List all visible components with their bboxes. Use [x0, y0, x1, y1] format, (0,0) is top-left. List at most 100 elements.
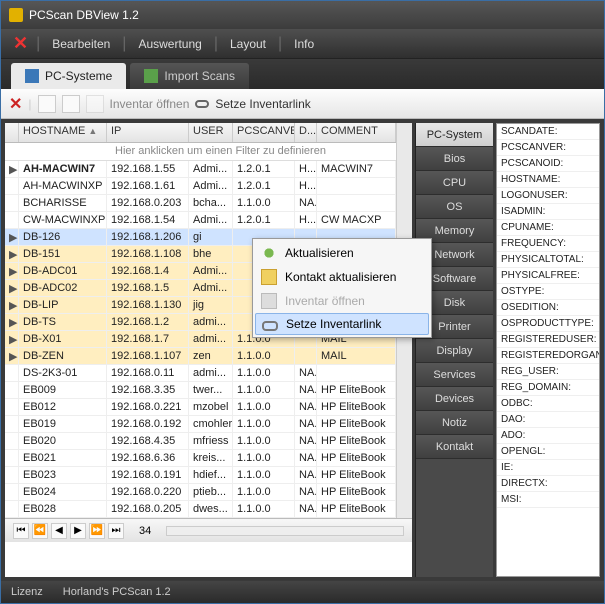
menu-auswertung[interactable]: Auswertung	[128, 33, 211, 55]
sidetab-notiz[interactable]: Notiz	[416, 411, 493, 435]
table-row[interactable]: AH-MACWINXP192.168.1.61Admi...1.2.0.1H..…	[5, 178, 396, 195]
table-row[interactable]: EB019192.168.0.192cmohler1.1.0.0NA...HP …	[5, 416, 396, 433]
tab-label: Import Scans	[164, 69, 235, 83]
toolbar-btn-1[interactable]	[38, 95, 56, 113]
nav-next[interactable]: ▶	[70, 523, 86, 539]
property-row: IE:	[497, 460, 599, 476]
contact-icon	[261, 269, 277, 285]
context-link[interactable]: Setze Inventarlink	[255, 313, 429, 335]
nav-prevpage[interactable]: ⏪	[32, 523, 48, 539]
link-icon	[195, 100, 209, 108]
menu-info[interactable]: Info	[284, 33, 324, 55]
property-row: ISADMIN:	[497, 204, 599, 220]
col-ip[interactable]: IP	[107, 123, 189, 142]
sidetab-pc-system[interactable]: PC-System	[416, 123, 493, 147]
filter-row[interactable]: Hier anklicken um einen Filter zu defini…	[5, 143, 396, 161]
statusbar: Lizenz Horland's PCScan 1.2	[1, 581, 604, 603]
sidetab-bios[interactable]: Bios	[416, 147, 493, 171]
table-row[interactable]: EB028192.168.0.205dwes...1.1.0.0NA...HP …	[5, 501, 396, 518]
app-icon	[9, 8, 23, 22]
table-row[interactable]: BCHARISSE192.168.0.203bcha...1.1.0.0NA..…	[5, 195, 396, 212]
link-icon	[262, 321, 278, 331]
window-title: PCScan DBView 1.2	[29, 8, 139, 22]
toolbar: ✕ | Inventar öffnen Setze Inventarlink	[1, 89, 604, 119]
property-row: OSPRODUCTTYPE:	[497, 316, 599, 332]
toolbar-btn-2[interactable]	[62, 95, 80, 113]
property-row: CPUNAME:	[497, 220, 599, 236]
property-row: PCSCANVER:	[497, 140, 599, 156]
property-panel: SCANDATE:PCSCANVER:PCSCANOID:HOSTNAME:LO…	[496, 123, 600, 577]
tab-pc-systeme[interactable]: PC-Systeme	[11, 63, 126, 89]
tab-import-scans[interactable]: Import Scans	[130, 63, 249, 89]
tab-label: PC-Systeme	[45, 69, 112, 83]
property-row: REGISTEREDORGAN	[497, 348, 599, 364]
col-user[interactable]: USER	[189, 123, 233, 142]
table-row[interactable]: EB020192.168.4.35mfriess1.1.0.0NA...HP E…	[5, 433, 396, 450]
col-d[interactable]: D...	[295, 123, 317, 142]
property-row: REGISTEREDUSER:	[497, 332, 599, 348]
table-row[interactable]: EB009192.168.3.35twer...1.1.0.0NA...HP E…	[5, 382, 396, 399]
property-row: DIRECTX:	[497, 476, 599, 492]
col-comment[interactable]: COMMENT	[317, 123, 396, 142]
nav-prev[interactable]: ◀	[51, 523, 67, 539]
table-row[interactable]: DS-2K3-01192.168.0.11admi...1.1.0.0NA...	[5, 365, 396, 382]
property-row: OSEDITION:	[497, 300, 599, 316]
toolbar-btn-3[interactable]	[86, 95, 104, 113]
property-row: HOSTNAME:	[497, 172, 599, 188]
nav-nextpage[interactable]: ⏩	[89, 523, 105, 539]
table-row[interactable]: ▶DB-ZEN192.168.1.107zen1.1.0.0MAIL	[5, 348, 396, 365]
table-row[interactable]: EB012192.168.0.221mzobel1.1.0.0NA...HP E…	[5, 399, 396, 416]
sidetab-cpu[interactable]: CPU	[416, 171, 493, 195]
col-hostname[interactable]: HOSTNAME	[23, 125, 85, 137]
data-grid: HOSTNAME ▲ IP USER PCSCANVER D... COMMEN…	[5, 123, 412, 577]
record-count: 34	[139, 525, 151, 537]
nav-first[interactable]: ⏮	[13, 523, 29, 539]
property-row: DAO:	[497, 412, 599, 428]
property-row: REG_DOMAIN:	[497, 380, 599, 396]
property-row: MSI:	[497, 492, 599, 508]
status-lizenz: Lizenz	[11, 586, 43, 598]
set-inventory-link[interactable]: Setze Inventarlink	[215, 97, 310, 111]
close-icon[interactable]: ✕	[7, 33, 34, 54]
context-menu: AktualisierenKontakt aktualisierenInvent…	[252, 238, 432, 338]
context-contact[interactable]: Kontakt aktualisieren	[255, 265, 429, 289]
sidetab-os[interactable]: OS	[416, 195, 493, 219]
side-tabs: PC-SystemBiosCPUOSMemoryNetworkSoftwareD…	[415, 123, 493, 577]
table-row[interactable]: EB021192.168.6.36kreis...1.1.0.0NA...HP …	[5, 450, 396, 467]
horizontal-scrollbar[interactable]	[166, 526, 404, 536]
pc-icon	[25, 69, 39, 83]
property-row: OSTYPE:	[497, 284, 599, 300]
status-product: Horland's PCScan 1.2	[63, 586, 171, 598]
delete-icon[interactable]: ✕	[9, 94, 22, 114]
table-row[interactable]: ▶AH-MACWIN7192.168.1.55Admi...1.2.0.1H..…	[5, 161, 396, 178]
menubar: ✕ | Bearbeiten| Auswertung| Layout| Info	[1, 29, 604, 59]
property-row: ADO:	[497, 428, 599, 444]
titlebar: PCScan DBView 1.2	[1, 1, 604, 29]
inventory-open-label: Inventar öffnen	[110, 97, 190, 111]
property-row: PCSCANOID:	[497, 156, 599, 172]
table-row[interactable]: EB024192.168.0.220ptieb...1.1.0.0NA...HP…	[5, 484, 396, 501]
grid-header[interactable]: HOSTNAME ▲ IP USER PCSCANVER D... COMMEN…	[5, 123, 396, 143]
sidetab-services[interactable]: Services	[416, 363, 493, 387]
context-refresh[interactable]: Aktualisieren	[255, 241, 429, 265]
navigator: ⏮ ⏪ ◀ ▶ ⏩ ⏭ 34	[5, 518, 412, 542]
refresh-icon	[261, 245, 277, 261]
context-inv: Inventar öffnen	[255, 289, 429, 313]
sidetab-kontakt[interactable]: Kontakt	[416, 435, 493, 459]
table-row[interactable]: EB023192.168.0.191hdief...1.1.0.0NA...HP…	[5, 467, 396, 484]
property-row: FREQUENCY:	[497, 236, 599, 252]
menu-layout[interactable]: Layout	[220, 33, 276, 55]
property-row: REG_USER:	[497, 364, 599, 380]
menu-bearbeiten[interactable]: Bearbeiten	[42, 33, 120, 55]
table-row[interactable]: CW-MACWINXP192.168.1.54Admi...1.2.0.1H..…	[5, 212, 396, 229]
tabbar: PC-Systeme Import Scans	[1, 59, 604, 89]
property-row: ODBC:	[497, 396, 599, 412]
sidetab-devices[interactable]: Devices	[416, 387, 493, 411]
import-icon	[144, 69, 158, 83]
property-row: SCANDATE:	[497, 124, 599, 140]
sidetab-display[interactable]: Display	[416, 339, 493, 363]
inv-icon	[261, 293, 277, 309]
nav-last[interactable]: ⏭	[108, 523, 124, 539]
col-pcscanver[interactable]: PCSCANVER	[233, 123, 295, 142]
property-row: PHYSICALTOTAL:	[497, 252, 599, 268]
